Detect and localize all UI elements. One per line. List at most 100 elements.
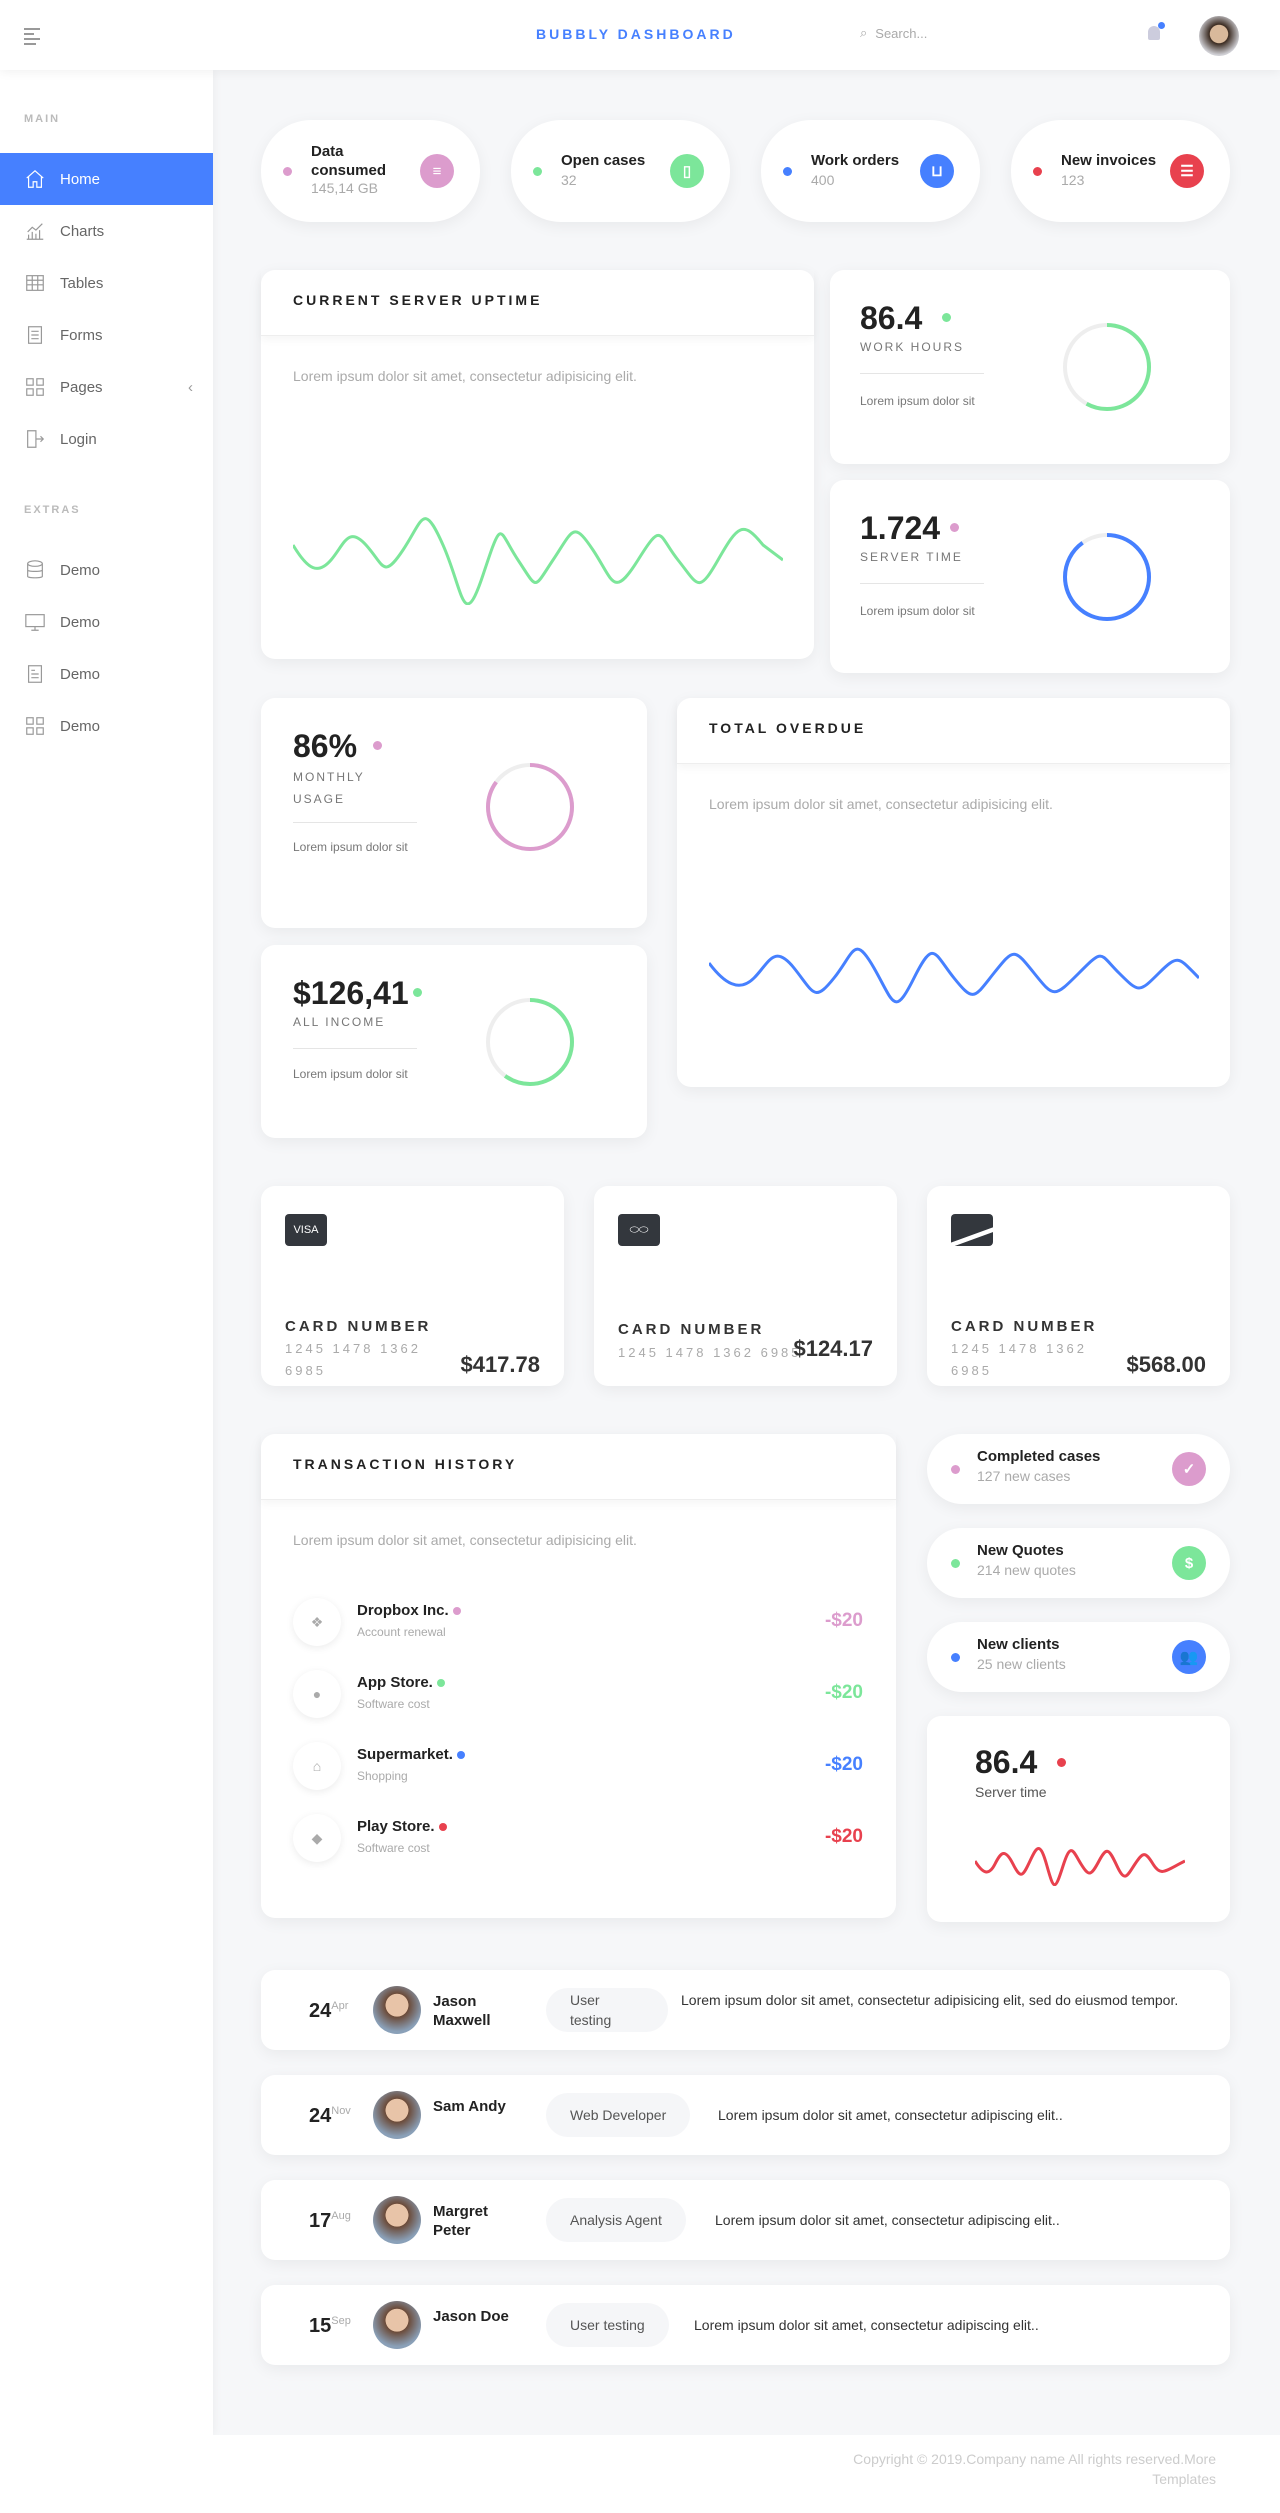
clipboard-icon: ▯ <box>670 154 704 188</box>
overdue-wave-chart <box>709 947 1199 1004</box>
transaction-row[interactable]: ◆ Play Store. Software cost -$20 <box>293 1814 863 1862</box>
stat-title: New clients <box>977 1636 1060 1653</box>
metric-value: 86.4 <box>860 300 923 336</box>
chevron-left-icon: ‹ <box>188 378 193 396</box>
metric-label: SERVER TIME <box>860 550 963 564</box>
transaction-amount: -$20 <box>824 1610 863 1631</box>
avatar[interactable] <box>1199 16 1239 56</box>
section-main-label: MAIN <box>24 113 61 125</box>
transaction-row[interactable]: ❖ Dropbox Inc. Account renewal -$20 <box>293 1598 863 1646</box>
activity-row[interactable]: 17Aug Margret Peter Analysis Agent Lorem… <box>261 2180 1230 2260</box>
credit-card-mastercard[interactable]: ⬭⬭ CARD NUMBER 1245 1478 1362 6985 $124.… <box>594 1186 897 1386</box>
sidebar-item-forms[interactable]: Forms <box>0 309 213 361</box>
sidebar-item-login[interactable]: Login <box>0 413 213 465</box>
search-input[interactable]: Search... <box>875 26 927 41</box>
metric-label: WORK HOURS <box>860 340 964 354</box>
sidebar-item-demo-3[interactable]: Demo <box>0 648 213 700</box>
transaction-history-card: TRANSACTION HISTORY Lorem ipsum dolor si… <box>261 1434 896 1918</box>
card-number: 1245 1478 1362 6985 <box>951 1341 1087 1378</box>
login-icon <box>27 430 45 448</box>
card-title: CURRENT SERVER UPTIME <box>261 270 814 336</box>
stat-title: New invoices <box>1061 152 1157 169</box>
search-box[interactable]: ⌕ Search... <box>860 25 927 41</box>
hamburger-icon[interactable] <box>24 28 40 45</box>
sidebar-item-label: Demo <box>60 561 101 579</box>
card-title: TOTAL OVERDUE <box>677 698 1230 764</box>
sidebar-item-demo-4[interactable]: Demo <box>0 700 213 752</box>
card-title: TRANSACTION HISTORY <box>261 1434 896 1500</box>
total-overdue-card: TOTAL OVERDUE Lorem ipsum dolor sit amet… <box>677 698 1230 1087</box>
stat-data-consumed[interactable]: Data consumed 145,14 GB ≡ <box>261 120 480 222</box>
stat-title: Open cases <box>561 152 646 169</box>
stat-value: 127 new cases <box>977 1468 1071 1484</box>
all-income-donut <box>486 998 574 1086</box>
credit-card-visa[interactable]: VISA CARD NUMBER 1245 1478 1362 6985 $41… <box>261 1186 564 1386</box>
sidebar-item-home[interactable]: Home <box>0 153 213 205</box>
activity-day: 24 <box>309 2000 332 2022</box>
sidebar-item-charts[interactable]: Charts <box>0 205 213 257</box>
stat-value: 145,14 GB <box>311 180 378 196</box>
transaction-desc: Software cost <box>357 1697 430 1711</box>
transaction-amount: -$20 <box>824 1826 863 1847</box>
activity-day: 17 <box>309 2210 332 2232</box>
status-dot <box>373 741 382 750</box>
status-dot <box>951 1559 960 1568</box>
sidebar-item-label: Demo <box>60 613 101 631</box>
metric-label: MONTHLY USAGE <box>293 770 365 806</box>
card-description: Lorem ipsum dolor sit amet, consectetur … <box>293 368 637 384</box>
side-stat[interactable]: New Quotes 214 new quotes $ <box>927 1528 1230 1598</box>
transaction-desc: Software cost <box>357 1841 430 1855</box>
stat-new-invoices[interactable]: New invoices 123 ☰ <box>1011 120 1230 222</box>
side-stat[interactable]: New clients 25 new clients 👥 <box>927 1622 1230 1692</box>
sidebar-item-demo-1[interactable]: Demo <box>0 544 213 596</box>
grid-icon <box>26 717 44 735</box>
metric-text: Lorem ipsum dolor sit <box>293 840 408 854</box>
activity-text: Lorem ipsum dolor sit amet, consectetur … <box>694 2317 1039 2333</box>
activity-name: Sam Andy <box>433 2098 506 2115</box>
avatar <box>373 2196 421 2244</box>
activity-text: Lorem ipsum dolor sit amet, consectetur … <box>715 2212 1060 2228</box>
activity-tag: User testing <box>546 2303 669 2347</box>
uptime-wave-line <box>293 517 783 605</box>
transaction-amount: -$20 <box>824 1754 863 1775</box>
stat-open-cases[interactable]: Open cases 32 ▯ <box>511 120 730 222</box>
card-number: 1245 1478 1362 6985 <box>285 1341 421 1378</box>
stat-value: 32 <box>561 172 577 188</box>
status-dot <box>951 1653 960 1662</box>
sidebar-item-tables[interactable]: Tables <box>0 257 213 309</box>
transaction-row[interactable]: ● App Store. Software cost -$20 <box>293 1670 863 1718</box>
card-number-label: CARD NUMBER <box>285 1318 432 1335</box>
card-amount: $417.78 <box>460 1352 540 1377</box>
credit-card-generic[interactable]: CARD NUMBER 1245 1478 1362 6985 $568.00 <box>927 1186 1230 1386</box>
card-number: 1245 1478 1362 6985 <box>618 1345 802 1360</box>
uptime-wave-chart <box>293 517 783 605</box>
side-stat[interactable]: Completed cases 127 new cases ✓ <box>927 1434 1230 1504</box>
sidebar-item-demo-2[interactable]: Demo <box>0 596 213 648</box>
status-dot <box>533 167 542 176</box>
stat-work-orders[interactable]: Work orders 400 ⊔ <box>761 120 980 222</box>
activity-month: Nov <box>331 2105 351 2117</box>
status-dot <box>457 1751 466 1759</box>
server-time-wave-line <box>975 1847 1185 1886</box>
dollar-icon: $ <box>1172 1546 1206 1580</box>
server-time-card: 86.4 Server time <box>927 1716 1230 1922</box>
status-dot <box>942 313 951 322</box>
activity-row[interactable]: 24Nov Sam Andy Web Developer Lorem ipsum… <box>261 2075 1230 2155</box>
sidebar-item-pages[interactable]: Pages ‹ <box>0 361 213 413</box>
chart-icon <box>26 223 44 240</box>
work-hours-donut <box>1063 323 1151 411</box>
users-icon: 👥 <box>1172 1640 1206 1674</box>
stat-title: Completed cases <box>977 1448 1101 1465</box>
activity-row[interactable]: 24Apr Jason Maxwell User testing Lorem i… <box>261 1970 1230 2050</box>
transaction-desc: Shopping <box>357 1769 408 1783</box>
metric-text: Lorem ipsum dolor sit <box>293 1067 408 1081</box>
activity-day: 24 <box>309 2105 332 2127</box>
activity-row[interactable]: 15Sep Jason Doe User testing Lorem ipsum… <box>261 2285 1230 2365</box>
top-header: BUBBLY DASHBOARD ⌕ Search... <box>0 0 1280 70</box>
activity-tag: Analysis Agent <box>546 2198 686 2242</box>
overdue-wave-line <box>709 947 1199 1004</box>
metric-text: Lorem ipsum dolor sit <box>860 604 975 618</box>
transaction-row[interactable]: ⌂ Supermarket. Shopping -$20 <box>293 1742 863 1790</box>
bell-icon[interactable] <box>1148 22 1165 40</box>
sidebar-item-label: Demo <box>60 717 101 735</box>
